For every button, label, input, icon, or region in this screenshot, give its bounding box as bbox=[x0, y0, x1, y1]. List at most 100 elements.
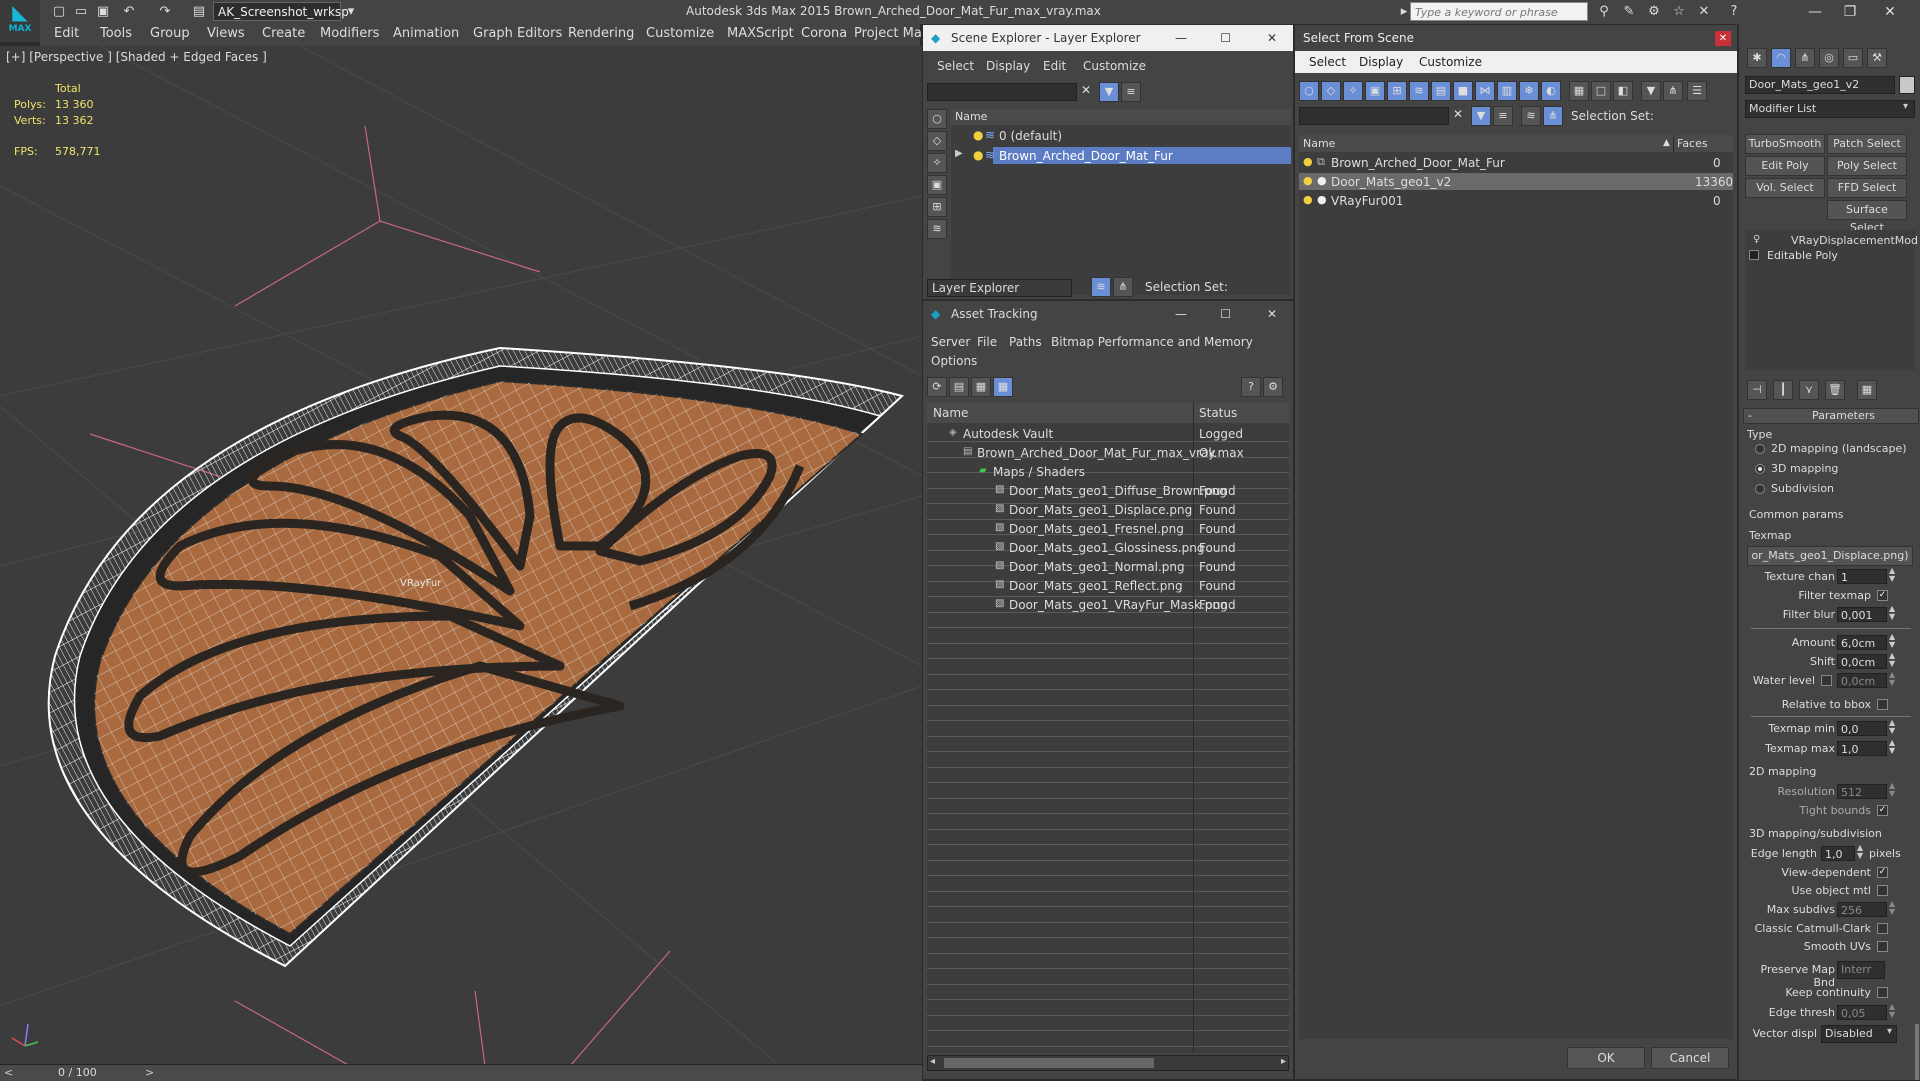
next-frame-icon[interactable]: > bbox=[145, 1066, 154, 1079]
table-view-icon[interactable]: ▦ bbox=[993, 377, 1013, 397]
create-tab-icon[interactable]: ✱ bbox=[1747, 48, 1767, 68]
scrollbar-thumb[interactable] bbox=[944, 1058, 1154, 1068]
chevron-down-icon[interactable]: ▾ bbox=[1887, 1026, 1892, 1037]
utilities-tab-icon[interactable]: ⚒ bbox=[1867, 48, 1887, 68]
menu-views[interactable]: Views bbox=[207, 26, 245, 41]
close-icon[interactable]: ✕ bbox=[1267, 301, 1277, 327]
menu-tools[interactable]: Tools bbox=[100, 26, 132, 41]
at-menu-file[interactable]: File bbox=[977, 335, 997, 349]
light-bulb-icon[interactable]: ● bbox=[1303, 174, 1313, 187]
texture-chan-input[interactable]: 1 bbox=[1837, 569, 1887, 584]
hierarchy-icon[interactable]: ⋔ bbox=[1663, 81, 1683, 101]
se-search-input[interactable] bbox=[927, 83, 1077, 101]
patch-select-button[interactable]: Patch Select bbox=[1827, 134, 1907, 154]
refresh-icon[interactable]: ⟳ bbox=[927, 377, 947, 397]
menu-group[interactable]: Group bbox=[150, 26, 190, 41]
thumbnail-view-icon[interactable]: ▦ bbox=[971, 377, 991, 397]
asset-row-name[interactable]: Door_Mats_geo1_Fresnel.png bbox=[1009, 522, 1184, 536]
options-icon[interactable]: ☰ bbox=[1687, 81, 1707, 101]
display-lights-icon[interactable]: ✧ bbox=[927, 153, 947, 173]
spinner-icon[interactable]: ▲ ▼ bbox=[1857, 844, 1863, 860]
select-from-scene-titlebar[interactable]: Select From Scene ✕ bbox=[1295, 25, 1737, 51]
redo-icon[interactable]: ↷ bbox=[156, 3, 174, 21]
layer-explorer-toggle-icon[interactable]: ≋ bbox=[1091, 277, 1111, 297]
filter-toggle-icon[interactable]: ▼ bbox=[1471, 106, 1491, 126]
hierarchy-view-icon[interactable]: ⋔ bbox=[1543, 106, 1563, 126]
light-bulb-icon[interactable]: ♀ bbox=[1753, 234, 1760, 245]
sfs-menu-select[interactable]: Select bbox=[1309, 55, 1346, 69]
light-bulb-icon[interactable]: ● bbox=[973, 128, 983, 142]
spinner-icon[interactable]: ▲ ▼ bbox=[1889, 633, 1895, 649]
water-level-checkbox[interactable] bbox=[1821, 675, 1832, 686]
menu-animation[interactable]: Animation bbox=[393, 26, 459, 41]
cancel-button[interactable]: Cancel bbox=[1651, 1047, 1729, 1069]
search-input[interactable]: Type a keyword or phrase bbox=[1410, 2, 1588, 21]
restore-button[interactable]: ❐ bbox=[1835, 2, 1865, 22]
at-menu-options[interactable]: Options bbox=[931, 354, 977, 368]
show-bones-icon[interactable]: ⋈ bbox=[1475, 81, 1495, 101]
close-icon[interactable]: ✕ bbox=[1267, 25, 1277, 51]
show-xrefs-icon[interactable]: ■ bbox=[1453, 81, 1473, 101]
asset-row-name[interactable]: Door_Mats_geo1_Displace.png bbox=[1009, 503, 1192, 517]
smooth-uvs-checkbox[interactable] bbox=[1877, 941, 1888, 952]
show-lights-icon[interactable]: ✧ bbox=[1343, 81, 1363, 101]
light-bulb-icon[interactable]: ● bbox=[1303, 193, 1313, 206]
display-cameras-icon[interactable]: ▣ bbox=[927, 175, 947, 195]
spinner-icon[interactable]: ▲ ▼ bbox=[1889, 567, 1895, 583]
explorer-type-dropdown[interactable]: Layer Explorer bbox=[927, 279, 1072, 297]
radio-2d-mapping[interactable] bbox=[1755, 444, 1765, 454]
layer-options-icon[interactable]: ≡ bbox=[1121, 82, 1141, 102]
menu-rendering[interactable]: Rendering bbox=[568, 26, 634, 41]
resolution-input[interactable]: 512 bbox=[1837, 784, 1887, 799]
stack-expand-icon[interactable] bbox=[1749, 250, 1759, 260]
subscription-icon[interactable]: ⚙ bbox=[1645, 3, 1663, 21]
configure-sets-icon[interactable]: ▦ bbox=[1857, 380, 1877, 400]
asset-row-name[interactable]: Door_Mats_geo1_Glossiness.png bbox=[1009, 541, 1204, 555]
maximize-icon[interactable]: ☐ bbox=[1220, 25, 1231, 51]
close-icon[interactable]: ✕ bbox=[1715, 31, 1731, 46]
list-view-icon[interactable]: ▤ bbox=[949, 377, 969, 397]
expand-arrow-icon[interactable]: ▶ bbox=[955, 148, 963, 159]
hierarchy-tab-icon[interactable]: ⋔ bbox=[1795, 48, 1815, 68]
menu-create[interactable]: Create bbox=[262, 26, 305, 41]
sort-ascending-icon[interactable]: ▲ bbox=[1663, 135, 1670, 152]
vector-displ-dropdown[interactable]: Disabled bbox=[1821, 1025, 1897, 1043]
spinner-icon[interactable]: ▲ ▼ bbox=[1889, 719, 1895, 735]
modify-tab-icon[interactable]: ◠ bbox=[1771, 48, 1791, 68]
app-logo[interactable]: ◣ MAX bbox=[0, 0, 40, 42]
menu-customize[interactable]: Customize bbox=[646, 26, 714, 41]
surface-select-button[interactable]: Surface Select bbox=[1827, 200, 1907, 234]
asset-row-name[interactable]: Door_Mats_geo1_VRayFur_Mask.png bbox=[1009, 598, 1228, 612]
col-name[interactable]: Name bbox=[1303, 135, 1335, 152]
menu-project-manager[interactable]: Project Man bbox=[854, 26, 930, 41]
show-end-result-icon[interactable]: ┃ bbox=[1773, 380, 1793, 400]
minimize-button[interactable]: — bbox=[1800, 2, 1830, 22]
se-menu-select[interactable]: Select bbox=[937, 59, 974, 73]
texmap-button[interactable]: or_Mats_geo1_Displace.png) bbox=[1747, 546, 1913, 566]
horizontal-scrollbar[interactable]: ◂ ▸ bbox=[927, 1055, 1289, 1071]
viewport-label[interactable]: [+] [Perspective ] [Shaded + Edged Faces… bbox=[6, 50, 267, 64]
menu-edit[interactable]: Edit bbox=[54, 26, 79, 41]
clear-search-icon[interactable]: ✕ bbox=[1453, 107, 1463, 121]
se-menu-edit[interactable]: Edit bbox=[1043, 59, 1066, 73]
make-unique-icon[interactable]: ⋎ bbox=[1799, 380, 1819, 400]
binoculars-icon[interactable]: ⚲ bbox=[1595, 3, 1613, 21]
at-menu-bitmap[interactable]: Bitmap Performance and Memory bbox=[1051, 335, 1253, 349]
ok-button[interactable]: OK bbox=[1567, 1047, 1645, 1069]
show-helpers-icon[interactable]: ⊞ bbox=[1387, 81, 1407, 101]
display-tab-icon[interactable]: ▭ bbox=[1843, 48, 1863, 68]
scroll-right-icon[interactable]: ▸ bbox=[1281, 1056, 1286, 1067]
stack-item-editable-poly[interactable]: Editable Poly bbox=[1767, 249, 1838, 262]
se-menu-customize[interactable]: Customize bbox=[1083, 59, 1146, 73]
light-bulb-icon[interactable]: ● bbox=[1303, 155, 1313, 168]
collapse-icon[interactable]: - bbox=[1748, 409, 1752, 422]
project-folder-icon[interactable]: ▤ bbox=[190, 3, 208, 21]
max-subdivs-input[interactable]: 256 bbox=[1837, 902, 1887, 917]
display-none-icon[interactable]: □ bbox=[1591, 81, 1611, 101]
col-status[interactable]: Status bbox=[1199, 403, 1237, 423]
show-spacewarps-icon[interactable]: ≋ bbox=[1409, 81, 1429, 101]
sfs-search-input[interactable] bbox=[1299, 107, 1449, 125]
parameters-rollout-header[interactable]: - Parameters bbox=[1743, 408, 1919, 424]
radio-subdivision[interactable] bbox=[1755, 484, 1765, 494]
asset-tracking-titlebar[interactable]: ◆ Asset Tracking — ☐ ✕ bbox=[923, 301, 1293, 327]
